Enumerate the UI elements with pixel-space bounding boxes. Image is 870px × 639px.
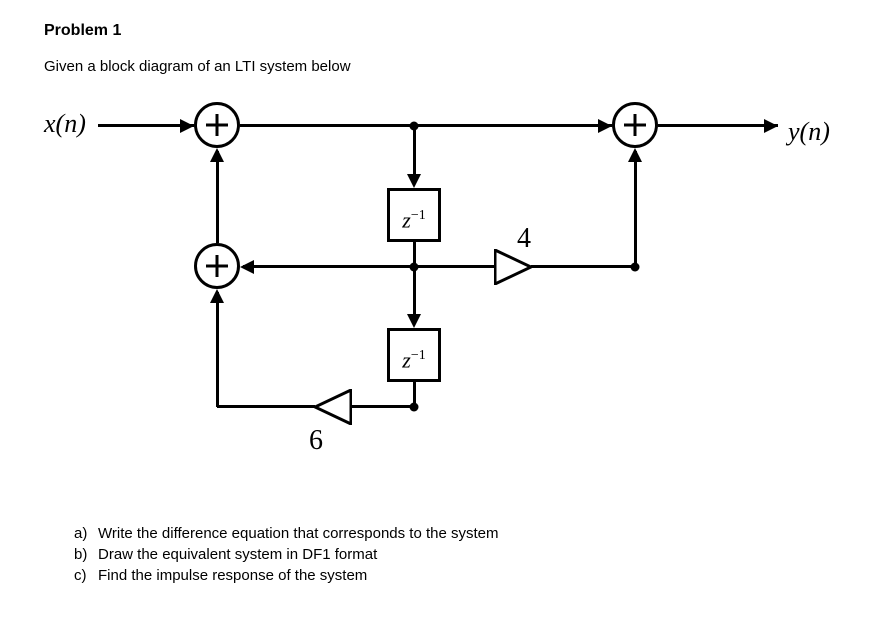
question-list: a)Write the difference equation that cor… [44,525,826,584]
delay2-exp: −1 [411,348,426,363]
wire-top-to-delay1 [413,127,416,175]
wire-out [658,124,778,127]
output-label: y(n) [788,117,830,147]
arrow-sum2-into-sum1 [210,148,224,162]
arrow-into-sum1 [180,119,194,133]
question-a: a)Write the difference equation that cor… [74,525,826,542]
wire-mid-to-delay2 [413,268,416,315]
wire-top-main [240,124,612,127]
arrow-into-sum3-bottom [628,148,642,162]
wire-sum2-up [216,151,219,243]
wire-mid-left [243,265,413,268]
problem-heading: Problem 1 [44,22,826,40]
question-b: b)Draw the equivalent system in DF1 form… [74,546,826,563]
arrow-output [764,119,778,133]
delay2-z: z [402,347,411,372]
gain-6-label: 6 [309,425,323,457]
delay1-exp: −1 [411,208,426,223]
arrow-into-delay1 [407,174,421,188]
arrow-into-sum2-bottom [210,289,224,303]
wire-up-to-sum2 [216,292,219,407]
gain-4-label: 4 [517,223,531,255]
wire-mid-right-b [531,265,634,268]
wire-bottom-left [217,405,315,408]
delay1-z: z [402,207,411,232]
question-c: c)Find the impulse response of the syste… [74,567,826,584]
arrow-into-sum2 [240,260,254,274]
input-label: x(n) [44,109,86,139]
arrow-into-delay2 [407,314,421,328]
wire-up-to-sum3 [634,151,637,267]
wire-bottom-right-a [352,405,414,408]
summing-junction-3 [612,102,658,148]
arrow-into-sum3 [598,119,612,133]
problem-prompt: Given a block diagram of an LTI system b… [44,58,826,75]
wire-mid-right-a [416,265,494,268]
summing-junction-2 [194,243,240,289]
block-diagram: x(n) y(n) z−1 4 z−1 [44,85,824,525]
delay-block-1: z−1 [387,188,441,242]
delay-block-2: z−1 [387,328,441,382]
summing-junction-1 [194,102,240,148]
